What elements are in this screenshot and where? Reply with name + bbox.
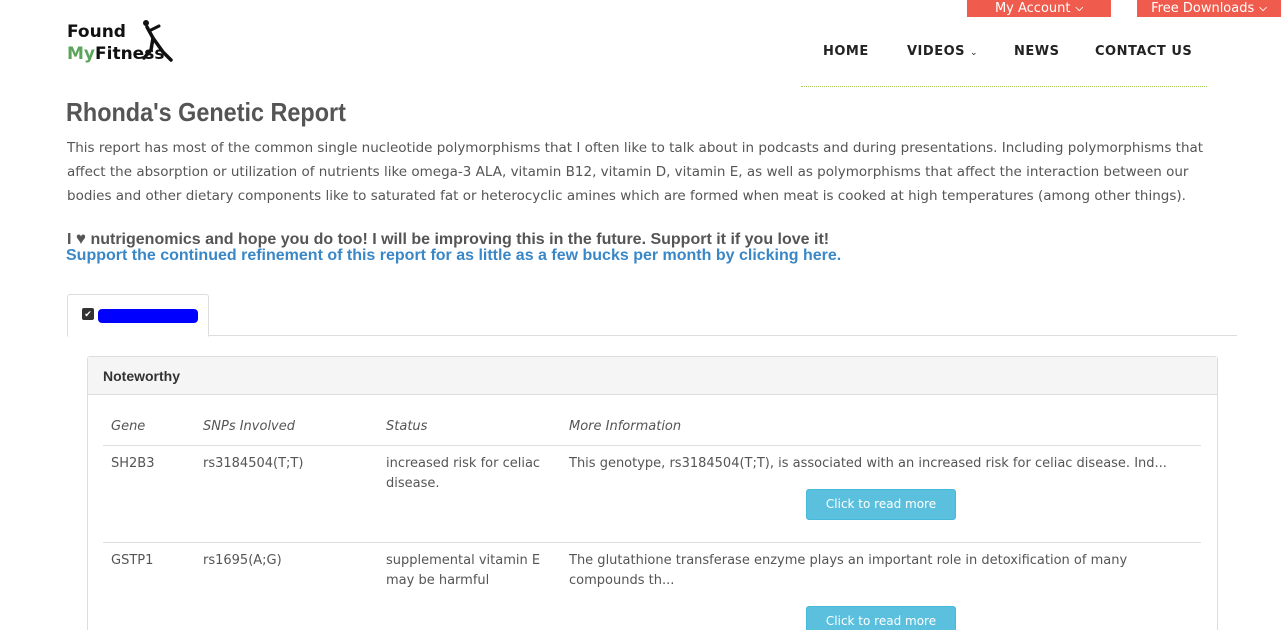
read-more-button[interactable]: Click to read more xyxy=(806,606,956,630)
intro-paragraph: This report has most of the common singl… xyxy=(67,140,1204,204)
main-nav: HOME VIDEOS ⌄ NEWS CONTACT US xyxy=(801,42,1207,87)
panel-heading: Noteworthy xyxy=(88,357,1217,395)
love-text: nutrigenomics and hope you do too! I wil… xyxy=(90,231,830,248)
logo-text-found: Found xyxy=(67,22,126,42)
chevron-down-icon: ⌄ xyxy=(970,48,979,58)
my-account-button[interactable]: My Account ⌵ xyxy=(967,0,1111,17)
nav-news[interactable]: NEWS xyxy=(1014,44,1059,59)
column-header-more-information: More Information xyxy=(569,419,682,434)
nav-home[interactable]: HOME xyxy=(823,44,869,59)
read-more-button[interactable]: Click to read more xyxy=(806,489,956,520)
page: My Account ⌵ Free Downloads ⌵ Found MyFi… xyxy=(0,0,1283,630)
column-header-snps: SNPs Involved xyxy=(203,419,295,434)
table-row-divider xyxy=(103,445,1201,446)
column-header-gene: Gene xyxy=(111,419,146,434)
table-row-divider xyxy=(103,542,1201,543)
tab-redacted-name[interactable]: ✔ xyxy=(67,294,209,337)
snp-cell: rs1695(A;G) xyxy=(203,553,282,568)
free-downloads-button[interactable]: Free Downloads ⌵ xyxy=(1137,0,1281,17)
logo-text-my: My xyxy=(67,44,95,64)
noteworthy-panel: Noteworthy Gene SNPs Involved Status Mor… xyxy=(87,356,1218,630)
info-cell: This genotype, rs3184504(T;T), is associ… xyxy=(569,456,1167,471)
panel-heading-title: Noteworthy xyxy=(103,368,180,384)
free-downloads-label: Free Downloads xyxy=(1151,0,1255,16)
chevron-down-icon: ⌵ xyxy=(1259,2,1267,14)
love-statement: I ♥ nutrigenomics and hope you do too! I… xyxy=(67,229,829,249)
my-account-label: My Account xyxy=(994,0,1071,16)
status-cell: increased risk for celiac disease. xyxy=(386,456,541,491)
status-cell: supplemental vitamin E may be harmful xyxy=(386,553,541,588)
tab-bar-divider xyxy=(67,335,1237,336)
gene-cell: SH2B3 xyxy=(111,456,155,471)
site-logo[interactable]: Found MyFitness xyxy=(67,18,177,70)
nav-videos[interactable]: VIDEOS ⌄ xyxy=(907,44,978,59)
love-prefix: I xyxy=(67,231,72,248)
chevron-down-icon: ⌵ xyxy=(1075,2,1084,14)
column-header-status: Status xyxy=(386,419,428,434)
support-link[interactable]: Support the continued refinement of this… xyxy=(66,247,841,265)
yoga-figure-icon xyxy=(142,20,173,62)
nav-contact-us[interactable]: CONTACT US xyxy=(1095,44,1192,59)
snp-cell: rs3184504(T;T) xyxy=(203,456,304,471)
info-cell: The glutathione transferase enzyme plays… xyxy=(569,553,1128,588)
checkbox-checked-icon: ✔ xyxy=(82,308,94,320)
page-title: Rhonda's Genetic Report xyxy=(66,97,346,127)
gene-cell: GSTP1 xyxy=(111,553,154,568)
nav-videos-label: VIDEOS xyxy=(907,44,965,59)
redacted-label xyxy=(98,309,198,323)
heart-icon: ♥ xyxy=(75,229,86,248)
